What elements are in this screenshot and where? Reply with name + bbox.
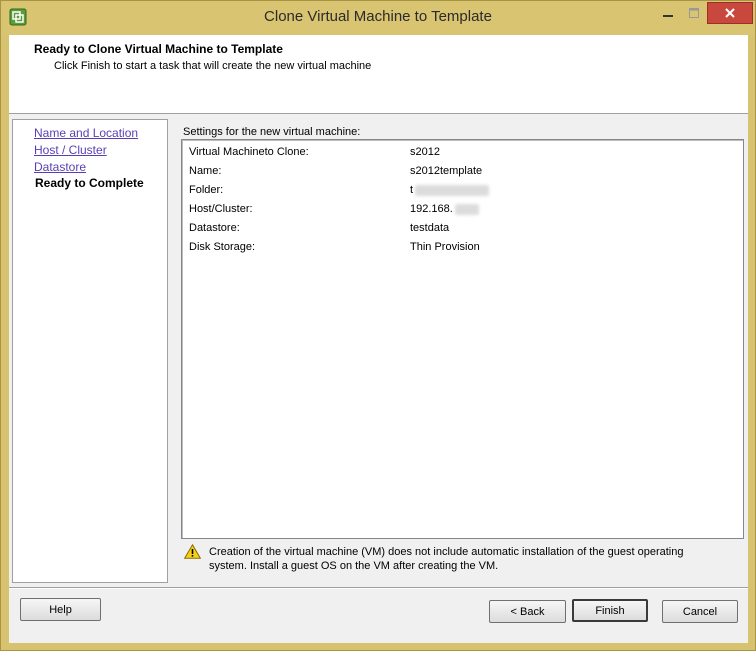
step-host-cluster[interactable]: Host / Cluster <box>34 143 107 157</box>
window-title: Clone Virtual Machine to Template <box>264 8 492 25</box>
settings-value: 192.168. <box>410 203 453 215</box>
step-name-and-location[interactable]: Name and Location <box>34 126 138 140</box>
settings-value: s2012template <box>410 165 483 177</box>
settings-value: t <box>410 184 414 196</box>
minimize-icon <box>663 15 673 17</box>
redacted-value <box>415 184 490 196</box>
settings-key: Virtual Machineto Clone: <box>189 146 309 158</box>
page-subtitle: Click Finish to start a task that will c… <box>54 60 372 72</box>
settings-key: Name: <box>189 165 222 177</box>
close-button[interactable] <box>707 2 753 24</box>
title-bar[interactable]: Clone Virtual Machine to Template <box>1 1 755 35</box>
settings-row: Host/Cluster: 192.168. <box>182 201 743 220</box>
settings-row: Name: s2012template <box>182 163 743 182</box>
wizard-window: Clone Virtual Machine to Template Ready … <box>0 0 756 651</box>
settings-label: Settings for the new virtual machine: <box>183 126 361 138</box>
footer-divider <box>9 587 748 589</box>
settings-value: s2012 <box>410 146 440 158</box>
settings-value: testdata <box>410 222 450 234</box>
settings-summary: Virtual Machineto Clone: s2012 Name: s20… <box>181 139 744 539</box>
settings-key: Folder: <box>189 184 224 196</box>
settings-key: Disk Storage: <box>189 241 256 253</box>
finish-button[interactable]: Finish <box>572 599 648 622</box>
maximize-button[interactable] <box>681 2 707 24</box>
wizard-header: Ready to Clone Virtual Machine to Templa… <box>9 35 748 114</box>
wizard-client-area: Ready to Clone Virtual Machine to Templa… <box>9 35 748 643</box>
warning-triangle-icon <box>184 544 201 559</box>
step-datastore[interactable]: Datastore <box>34 160 86 174</box>
wizard-steps-panel: Name and Location Host / Cluster Datasto… <box>12 119 168 583</box>
settings-row: Datastore: testdata <box>182 220 743 239</box>
warning-message: Creation of the virtual machine (VM) doe… <box>209 546 684 572</box>
settings-value-wrap: t <box>410 184 490 196</box>
close-icon <box>725 8 735 18</box>
redacted-value <box>454 203 479 215</box>
settings-value-wrap: 192.168. <box>410 203 479 215</box>
settings-row: Virtual Machineto Clone: s2012 <box>182 144 743 163</box>
settings-key: Datastore: <box>189 222 240 234</box>
page-title: Ready to Clone Virtual Machine to Templa… <box>34 42 283 56</box>
back-button[interactable]: < Back <box>489 600 566 623</box>
cancel-button[interactable]: Cancel <box>662 600 738 623</box>
help-button[interactable]: Help <box>20 598 101 621</box>
settings-value: Thin Provision <box>410 241 480 253</box>
step-ready-to-complete: Ready to Complete <box>35 176 144 190</box>
settings-row: Disk Storage: Thin Provision <box>182 239 743 258</box>
maximize-icon <box>689 8 699 18</box>
minimize-button[interactable] <box>655 2 681 24</box>
settings-row: Folder: t <box>182 182 743 201</box>
settings-key: Host/Cluster: <box>189 203 253 215</box>
